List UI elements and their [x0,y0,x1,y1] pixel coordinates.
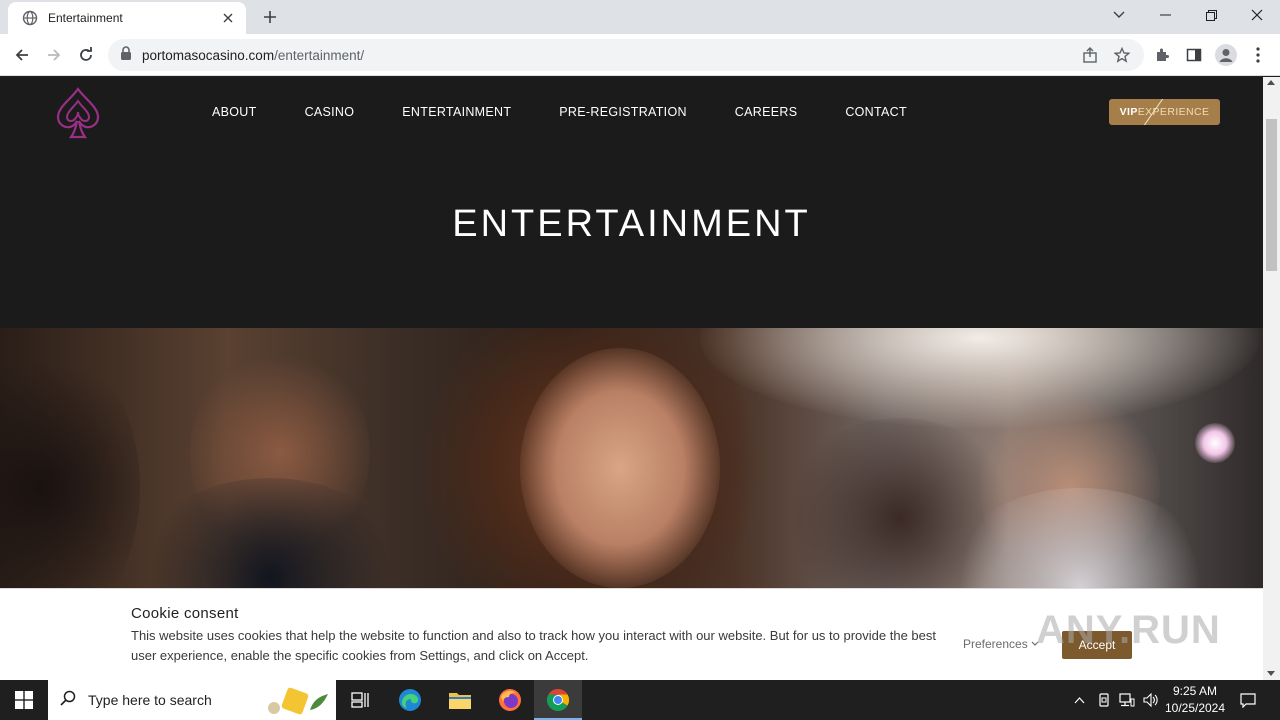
close-tab-icon[interactable] [220,10,236,26]
bookmark-star-icon[interactable] [1112,45,1132,65]
preferences-button[interactable]: Preferences [963,637,1039,651]
nav-pre-registration[interactable]: PRE-REGISTRATION [559,105,687,119]
reload-button[interactable] [71,40,101,70]
close-window-button[interactable] [1234,0,1280,30]
volume-icon[interactable] [1140,680,1162,720]
new-tab-button[interactable] [258,6,282,28]
tab-search-icon[interactable] [1096,0,1142,30]
share-icon[interactable] [1080,45,1100,65]
browser-toolbar: portomasocasino.com/entertainment/ [0,34,1280,76]
tab-title: Entertainment [48,11,123,25]
task-view-icon[interactable] [336,680,384,720]
system-clock[interactable]: 9:25 AM 10/25/2024 [1160,683,1230,717]
clock-time: 9:25 AM [1172,684,1218,698]
nav-casino[interactable]: CASINO [305,105,355,119]
device-icon[interactable] [1093,680,1115,720]
network-icon[interactable] [1116,680,1138,720]
profile-avatar-icon[interactable] [1211,40,1241,70]
scroll-thumb[interactable] [1266,119,1277,271]
restore-button[interactable] [1188,0,1234,30]
anyrun-watermark: ANY.RUN [1036,608,1221,652]
show-hidden-icons-chevron-icon[interactable] [1068,680,1090,720]
extensions-icon[interactable] [1147,40,1177,70]
search-placeholder: Type here to search [88,692,212,708]
globe-icon [22,10,38,26]
search-icon [60,690,76,711]
tab-strip: Entertainment [0,0,1280,34]
address-bar[interactable]: portomasocasino.com/entertainment/ [108,39,1144,71]
main-nav: ABOUT CASINO ENTERTAINMENT PRE-REGISTRAT… [212,105,907,119]
notification-center-icon[interactable] [1234,680,1262,720]
scroll-up-arrow-icon[interactable] [1267,80,1275,85]
cookie-title: Cookie consent [131,605,239,622]
hero-image [0,328,1263,598]
page-scrollbar[interactable] [1263,77,1280,680]
web-page: ABOUT CASINO ENTERTAINMENT PRE-REGISTRAT… [0,77,1263,680]
vip-label-bold: VIP [1119,106,1138,118]
chrome-taskbar-button[interactable] [534,680,582,720]
clock-date: 10/25/2024 [1164,701,1226,715]
vip-experience-button[interactable]: VIP EXPERIENCE [1109,99,1220,125]
nav-contact[interactable]: CONTACT [845,105,907,119]
edge-browser-icon[interactable] [386,680,434,720]
url-text: portomasocasino.com/entertainment/ [142,47,365,63]
chrome-icon [547,689,569,711]
cookie-text: This website uses cookies that help the … [131,628,936,663]
scroll-down-arrow-icon[interactable] [1267,671,1275,676]
menu-kebab-icon[interactable] [1243,40,1273,70]
file-explorer-icon[interactable] [436,680,484,720]
site-logo[interactable] [52,85,104,141]
back-button[interactable] [7,40,37,70]
lock-icon[interactable] [120,45,132,65]
forward-button[interactable] [39,40,69,70]
preferences-label: Preferences [963,637,1028,651]
minimize-button[interactable] [1142,0,1188,30]
windows-start-icon[interactable] [0,680,48,720]
nav-about[interactable]: ABOUT [212,105,257,119]
taskbar-search-box[interactable]: Type here to search [48,680,336,720]
search-highlight-icon [264,686,334,720]
nav-entertainment[interactable]: ENTERTAINMENT [402,105,511,119]
side-panel-icon[interactable] [1179,40,1209,70]
nav-careers[interactable]: CAREERS [735,105,798,119]
browser-tab[interactable]: Entertainment [8,2,246,34]
windows-taskbar: Type here to search 9:25 AM 10/25/2024 [0,680,1280,720]
firefox-icon[interactable] [486,680,534,720]
page-title: ENTERTAINMENT [452,203,811,245]
